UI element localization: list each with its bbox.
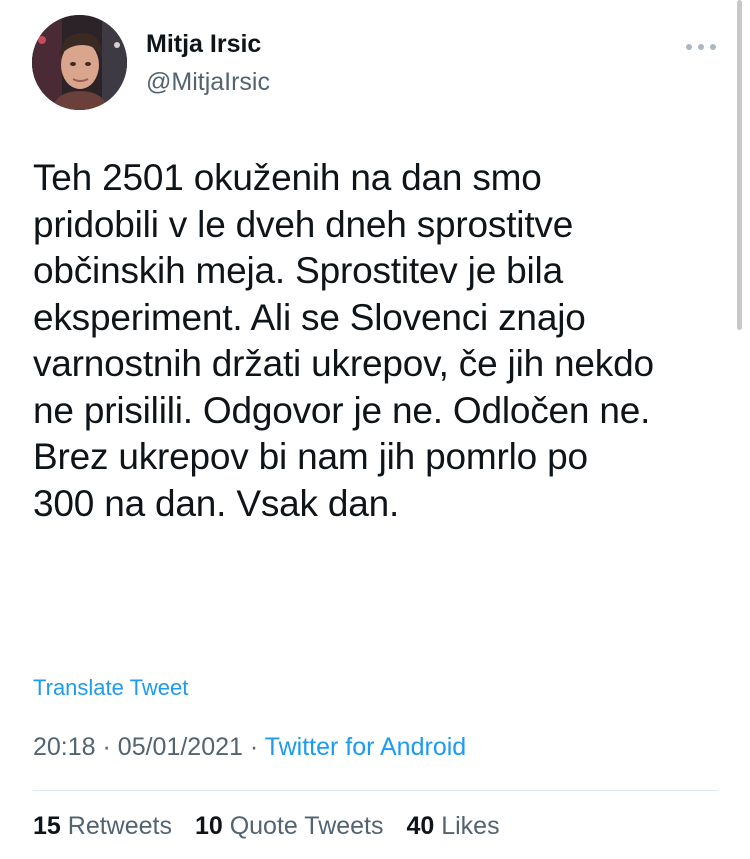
quote-tweets-count: 10 xyxy=(194,812,223,840)
tweet-source-link[interactable]: Twitter for Android xyxy=(265,733,466,761)
tweet-stats: 15 Retweets 10 Quote Tweets 40 Likes xyxy=(33,810,516,842)
dot xyxy=(698,44,704,50)
likes-stat[interactable]: 40 Likes xyxy=(406,812,499,840)
author-name[interactable]: Mitja Irsic xyxy=(146,28,261,60)
translate-tweet-link[interactable]: Translate Tweet xyxy=(33,675,188,701)
meta-separator: · xyxy=(102,733,111,761)
meta-separator: · xyxy=(249,733,259,761)
dot xyxy=(710,44,716,50)
tweet-text: Teh 2501 okuženih na dan smo pridobili v… xyxy=(33,157,654,524)
tweet-time: 20:18 xyxy=(33,733,96,761)
likes-label: Likes xyxy=(441,812,500,840)
dot xyxy=(686,44,692,50)
retweets-count: 15 xyxy=(33,812,61,840)
retweets-label: Retweets xyxy=(67,812,172,840)
tweet-meta: 20:18 · 05/01/2021 · Twitter for Android xyxy=(33,731,466,763)
likes-count: 40 xyxy=(406,812,435,840)
quote-tweets-stat[interactable]: 10 Quote Tweets xyxy=(195,812,384,840)
avatar[interactable] xyxy=(32,15,127,110)
quote-tweets-label: Quote Tweets xyxy=(229,812,384,840)
retweets-stat[interactable]: 15 Retweets xyxy=(33,812,172,840)
scrollbar[interactable] xyxy=(737,0,742,330)
more-dots-icon[interactable] xyxy=(686,42,716,52)
tweet-date: 05/01/2021 xyxy=(117,733,243,761)
divider xyxy=(33,790,718,791)
avatar-photo xyxy=(32,15,127,110)
author-handle[interactable]: @MitjaIrsic xyxy=(146,66,270,98)
